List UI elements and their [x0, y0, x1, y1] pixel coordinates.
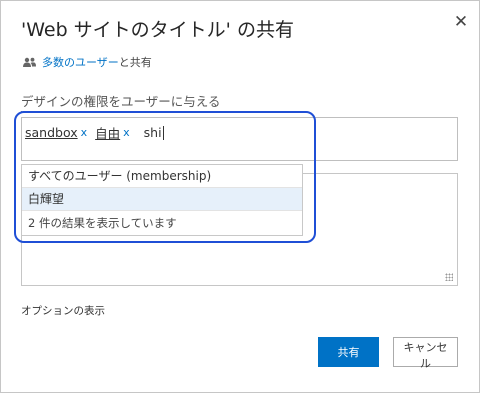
shared-with-suffix: と共有: [118, 56, 152, 69]
user-token: 自由 x: [95, 123, 130, 142]
suggestion-status: 2 件の結果を表示しています: [28, 216, 177, 230]
people-picker-input[interactable]: sandbox x 自由 x shi: [21, 117, 458, 161]
share-button[interactable]: 共有: [318, 337, 379, 367]
user-token-label[interactable]: sandbox: [25, 125, 78, 140]
remove-token-icon[interactable]: x: [81, 126, 88, 139]
people-icon: [23, 57, 36, 67]
shared-with-row: 多数のユーザー と共有: [23, 54, 152, 70]
typed-query: shi: [143, 125, 162, 140]
dialog-title: 'Web サイトのタイトル' の共有: [21, 19, 294, 41]
people-picker-tokens: sandbox x 自由 x shi: [25, 123, 164, 142]
show-options-link[interactable]: オプションの表示: [21, 303, 105, 318]
cancel-button[interactable]: キャンセル: [393, 337, 458, 370]
remove-token-icon[interactable]: x: [123, 126, 130, 139]
share-dialog: 'Web サイトのタイトル' の共有 ✕ 多数のユーザー と共有 デザインの権限…: [0, 0, 480, 393]
suggestion-item[interactable]: すべてのユーザー (membership): [22, 165, 302, 188]
close-icon[interactable]: ✕: [453, 14, 469, 31]
user-token-label[interactable]: 自由: [95, 123, 120, 142]
suggestion-item[interactable]: 白輝望: [22, 188, 302, 211]
user-token: sandbox x: [25, 125, 87, 140]
shared-with-link[interactable]: 多数のユーザー: [42, 54, 119, 70]
resize-grip-icon[interactable]: [445, 273, 453, 281]
text-caret: [162, 125, 164, 140]
suggestions-dropdown: すべてのユーザー (membership) 白輝望 2 件の結果を表示しています: [21, 164, 303, 236]
permission-label[interactable]: デザインの権限をユーザーに与える: [21, 91, 221, 112]
